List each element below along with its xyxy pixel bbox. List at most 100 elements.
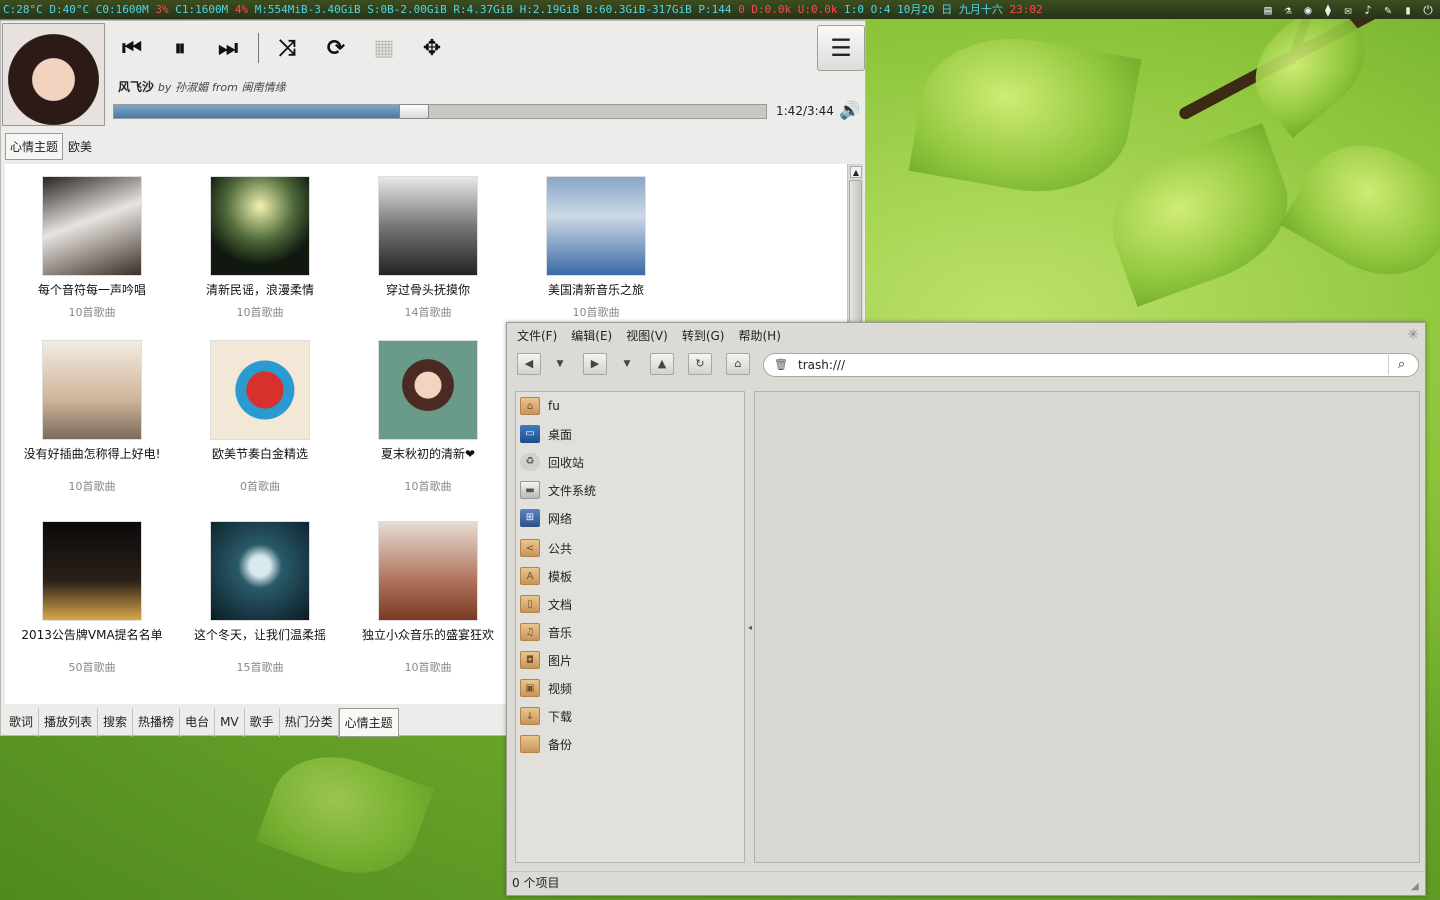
now-playing-info: 风飞沙 by 孙淑媚 from 闽南情缘 (118, 78, 286, 95)
tab-hot-categories[interactable]: 热门分类 (280, 708, 339, 737)
album-thumbnail[interactable] (378, 176, 478, 276)
tab-playlist[interactable]: 播放列表 (39, 708, 99, 737)
chat-icon[interactable]: ✉ (1340, 2, 1356, 18)
seek-bar[interactable] (113, 104, 767, 119)
album-card[interactable]: 夏末秋初的清新❤ 10首歌曲 (344, 340, 512, 494)
pause-button[interactable]: ⏸ (161, 31, 199, 65)
album-thumbnail[interactable] (42, 340, 142, 440)
tab-mv[interactable]: MV (215, 708, 245, 737)
album-card[interactable]: 每个音符每一声吟唱 10首歌曲 (8, 176, 176, 320)
album-card[interactable]: 欧美节奏白金精选 0首歌曲 (176, 340, 344, 494)
speaker-icon[interactable]: 🔊 (839, 101, 860, 121)
resize-grip-icon[interactable]: ◢ (1411, 881, 1423, 893)
album-thumbnail[interactable] (42, 521, 142, 621)
menu-file[interactable]: 文件(F) (512, 327, 562, 344)
tab-radio[interactable]: 电台 (180, 708, 216, 737)
album-title[interactable]: 这个冬天，让我们温柔摇 (176, 626, 344, 643)
sidebar-item[interactable]: ▭ 桌面 (520, 422, 572, 446)
album-title[interactable]: 没有好插曲怎称得上好电! (8, 445, 176, 462)
album-title[interactable]: 穿过骨头抚摸你 (344, 281, 512, 298)
search-icon[interactable]: ⌕ (1388, 355, 1414, 375)
next-track-button[interactable]: ⏭ (209, 31, 247, 65)
flask-icon[interactable]: ⚗ (1280, 2, 1296, 18)
sidebar-item[interactable]: ♫ 音乐 (520, 620, 572, 644)
trash-icon: ♻ (520, 453, 540, 471)
tab-search[interactable]: 搜索 (98, 708, 134, 737)
address-bar[interactable]: 🗑 trash:/// ⌕ (763, 353, 1419, 377)
status-segment: U:0.0k (797, 3, 845, 16)
sidebar-item[interactable]: ▯ 文档 (520, 592, 572, 616)
album-thumbnail[interactable] (378, 340, 478, 440)
pane-splitter[interactable]: ◂ (747, 391, 753, 863)
tab-artists[interactable]: 歌手 (245, 708, 280, 737)
album-title[interactable]: 独立小众音乐的盛宴狂欢 (344, 626, 512, 643)
album-title[interactable]: 每个音符每一声吟唱 (8, 281, 176, 298)
album-thumbnail[interactable] (546, 176, 646, 276)
sidebar-item[interactable]: < 公共 (520, 536, 572, 560)
previous-track-button[interactable]: ⏮ (113, 31, 151, 65)
sidebar-item[interactable]: ▬ 文件系统 (520, 478, 596, 502)
tab-western[interactable]: 欧美 (63, 133, 97, 160)
menu-help[interactable]: 帮助(H) (733, 327, 785, 344)
album-card[interactable]: 清新民谣，浪漫柔情 10首歌曲 (176, 176, 344, 320)
volume-icon[interactable]: ♪ (1360, 2, 1376, 18)
sidebar-item[interactable]: ▣ 视频 (520, 676, 572, 700)
album-thumbnail[interactable] (210, 340, 310, 440)
album-card[interactable]: 没有好插曲怎称得上好电! 10首歌曲 (8, 340, 176, 494)
menu-view[interactable]: 视图(V) (621, 327, 673, 344)
up-button[interactable]: ▲ (650, 353, 674, 375)
sidebar-item[interactable]: ♻ 回收站 (520, 450, 584, 474)
sidebar-item[interactable]: ◘ 图片 (520, 648, 572, 672)
album-title[interactable]: 清新民谣，浪漫柔情 (176, 281, 344, 298)
tab-hot-chart[interactable]: 热播榜 (133, 708, 181, 737)
sidebar-item[interactable]: ↓ 下载 (520, 704, 572, 728)
tools-icon[interactable]: ✎ (1380, 2, 1396, 18)
gift-icon[interactable]: ⧫ (1320, 2, 1336, 18)
forward-history-dropdown[interactable]: ▼ (620, 355, 634, 373)
album-thumbnail[interactable] (42, 176, 142, 276)
tab-mood-theme[interactable]: 心情主题 (338, 708, 399, 737)
forward-button[interactable]: ▶ (583, 353, 607, 375)
shuffle-button[interactable]: ⤨ (268, 31, 306, 65)
album-title[interactable]: 欧美节奏白金精选 (176, 445, 344, 462)
tab-lyrics[interactable]: 歌词 (4, 708, 40, 737)
menu-go[interactable]: 转到(G) (677, 327, 730, 344)
album-card[interactable]: 穿过骨头抚摸你 14首歌曲 (344, 176, 512, 320)
artist-name[interactable]: 孙淑媚 (175, 81, 208, 94)
hamburger-icon: ☰ (830, 34, 852, 62)
album-card[interactable]: 这个冬天，让我们温柔摇 15首歌曲 (176, 521, 344, 675)
browser-icon[interactable]: ◉ (1300, 2, 1316, 18)
scroll-up-arrow-icon[interactable]: ▲ (850, 166, 862, 178)
album-title[interactable]: 美国清新音乐之旅 (512, 281, 680, 298)
back-button[interactable]: ◀ (517, 353, 541, 375)
home-button[interactable]: ⌂ (726, 353, 750, 375)
album-title[interactable]: 夏末秋初的清新❤ (344, 445, 512, 462)
album-thumbnail[interactable] (210, 176, 310, 276)
menu-edit[interactable]: 编辑(E) (566, 327, 617, 344)
sidebar-item[interactable]: 备份 (520, 732, 572, 756)
back-history-dropdown[interactable]: ▼ (553, 355, 567, 373)
power-icon[interactable]: ⏻ (1420, 2, 1436, 18)
move-icon: ✥ (422, 35, 442, 61)
sidebar-item[interactable]: A 模板 (520, 564, 572, 588)
album-card[interactable]: 独立小众音乐的盛宴狂欢 10首歌曲 (344, 521, 512, 675)
reload-button[interactable]: ↻ (688, 353, 712, 375)
sidebar-item[interactable]: ⊞ 网络 (520, 506, 572, 530)
album-thumbnail[interactable] (378, 521, 478, 621)
album-title[interactable]: 2013公告牌VMA提名名单 (8, 626, 176, 643)
file-view-pane[interactable] (754, 391, 1420, 863)
seek-handle[interactable] (399, 104, 429, 119)
album-thumbnail[interactable] (210, 521, 310, 621)
video-button[interactable]: ▦ (365, 31, 403, 65)
repeat-button[interactable]: ⟳ (317, 31, 355, 65)
album-card[interactable]: 2013公告牌VMA提名名单 50首歌曲 (8, 521, 176, 675)
main-menu-button[interactable]: ☰ (817, 25, 865, 71)
sidebar-item[interactable]: ⌂ fu (520, 394, 560, 418)
album-name[interactable]: 闽南情缘 (242, 81, 286, 94)
address-text[interactable]: trash:/// (798, 358, 845, 372)
tab-mood-theme[interactable]: 心情主题 (5, 133, 64, 160)
fullscreen-button[interactable]: ✥ (413, 31, 451, 65)
note-icon[interactable]: ▤ (1260, 2, 1276, 18)
album-card[interactable]: 美国清新音乐之旅 10首歌曲 (512, 176, 680, 320)
battery-icon[interactable]: ▮ (1400, 2, 1416, 18)
